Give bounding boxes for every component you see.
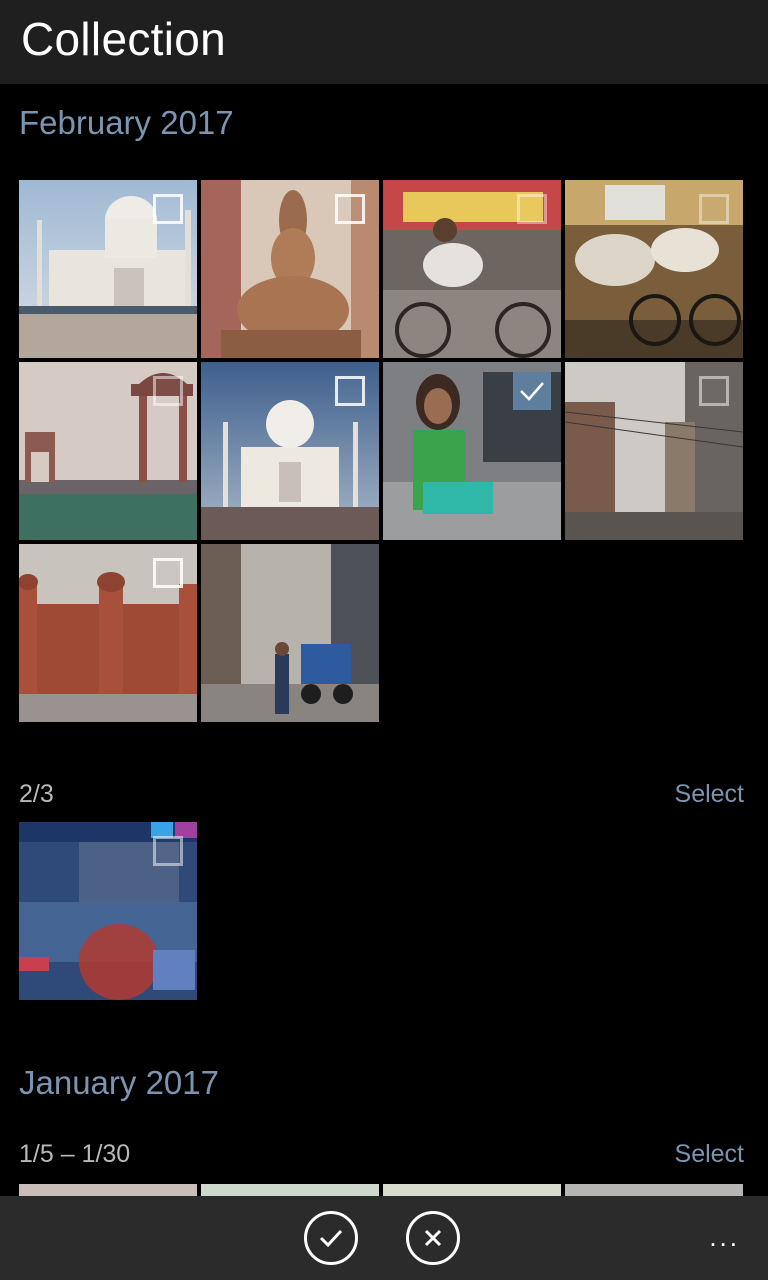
select-checkbox[interactable] (153, 558, 183, 588)
photo-tile-jan-1[interactable] (19, 1184, 197, 1196)
title-bar: Collection (0, 0, 768, 84)
group-label-2-3: 2/3 (19, 780, 54, 808)
photo-collection-list[interactable]: February 2017 2/3 Select January 2017 1/… (0, 84, 768, 1196)
checkmark-circle-icon (319, 1229, 343, 1248)
select-group-1-5-1-30-link[interactable]: Select (675, 1140, 744, 1169)
photos-app: Collection February 2017 2/3 Select Janu… (0, 0, 768, 1280)
more-options-button[interactable]: ... (709, 1222, 740, 1253)
page-title: Collection (21, 13, 226, 65)
photo-tile-screenshot[interactable] (19, 822, 197, 1000)
select-checkbox[interactable] (335, 194, 365, 224)
cancel-button[interactable] (406, 1211, 460, 1265)
select-checkbox[interactable] (153, 836, 183, 866)
select-checkbox[interactable] (699, 376, 729, 406)
accept-button[interactable] (304, 1211, 358, 1265)
select-checkbox[interactable] (153, 194, 183, 224)
close-circle-icon (424, 1229, 442, 1247)
app-bar: ... (0, 1196, 768, 1280)
photo-tile-cows[interactable] (565, 180, 743, 358)
photo-tile-rickshaw[interactable] (383, 180, 561, 358)
select-checkbox[interactable] (153, 376, 183, 406)
month-header-january[interactable]: January 2017 (19, 1064, 219, 1102)
photo-tile-india-gate[interactable] (19, 362, 197, 540)
photo-tile-taj-mahal[interactable] (19, 180, 197, 358)
busy-street-photo (201, 544, 379, 722)
checkmark-icon (520, 382, 544, 401)
month-header-february[interactable]: February 2017 (19, 104, 234, 142)
photo-tile-street[interactable] (565, 362, 743, 540)
photo-tile-jan-3[interactable] (383, 1184, 561, 1196)
select-checkbox[interactable] (517, 194, 547, 224)
photo-tile-red-fort[interactable] (19, 544, 197, 722)
select-checkbox[interactable] (335, 376, 365, 406)
photo-tile-girl[interactable] (383, 362, 561, 540)
photo-tile-statue[interactable] (201, 180, 379, 358)
photo-tile-busy-street[interactable] (201, 544, 379, 722)
select-checkbox[interactable] (699, 194, 729, 224)
photo-tile-jan-4[interactable] (565, 1184, 743, 1196)
photo-tile-taj-blue[interactable] (201, 362, 379, 540)
select-group-2-3-link[interactable]: Select (675, 780, 744, 809)
group-label-1-5-1-30: 1/5 – 1/30 (19, 1140, 131, 1168)
photo-tile-jan-2[interactable] (201, 1184, 379, 1196)
selected-checkbox[interactable] (513, 372, 551, 410)
